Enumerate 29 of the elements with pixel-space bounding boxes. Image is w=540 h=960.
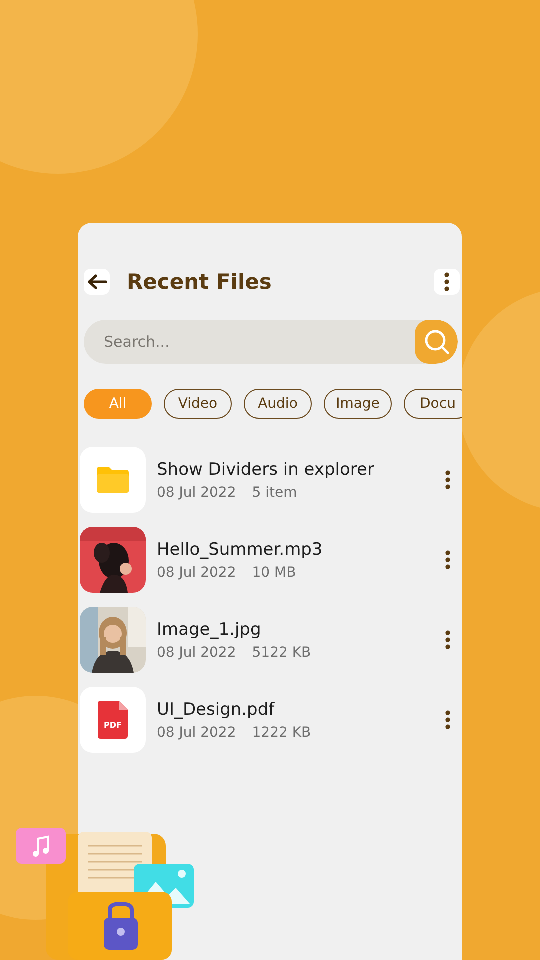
- folder-icon: [95, 466, 131, 494]
- search-icon: [422, 328, 450, 356]
- file-date: 08 Jul 2022: [157, 644, 236, 660]
- file-size: 5 item: [252, 484, 298, 500]
- search-field[interactable]: Search...: [84, 332, 415, 352]
- more-icon: [445, 470, 451, 490]
- more-button[interactable]: [434, 269, 460, 295]
- more-icon: [445, 630, 451, 650]
- file-name: UI_Design.pdf: [157, 700, 276, 720]
- back-button[interactable]: [84, 269, 110, 295]
- filter-chip[interactable]: Audio: [244, 389, 312, 419]
- filter-chip[interactable]: Video: [164, 389, 232, 419]
- filter-chip[interactable]: Docu: [404, 389, 462, 419]
- file-size: 5122 KB: [252, 644, 312, 660]
- file-date: 08 Jul 2022: [157, 564, 236, 580]
- pdf-file-icon: PDF: [98, 701, 128, 739]
- file-date: 08 Jul 2022: [157, 484, 236, 500]
- more-icon: [445, 550, 451, 570]
- filter-chip[interactable]: Image: [324, 389, 392, 419]
- file-size: 1222 KB: [252, 724, 312, 740]
- file-name: Show Dividers in explorer: [157, 460, 376, 480]
- file-size: 10 MB: [252, 564, 296, 580]
- file-name: Hello_Summer.mp3: [157, 540, 324, 560]
- file-name: Image_1.jpg: [157, 620, 262, 640]
- file-date: 08 Jul 2022: [157, 724, 236, 740]
- page-title: Recent Files: [127, 270, 273, 294]
- more-icon: [444, 272, 450, 292]
- search-bar[interactable]: Search...: [84, 320, 458, 364]
- more-icon: [445, 710, 451, 730]
